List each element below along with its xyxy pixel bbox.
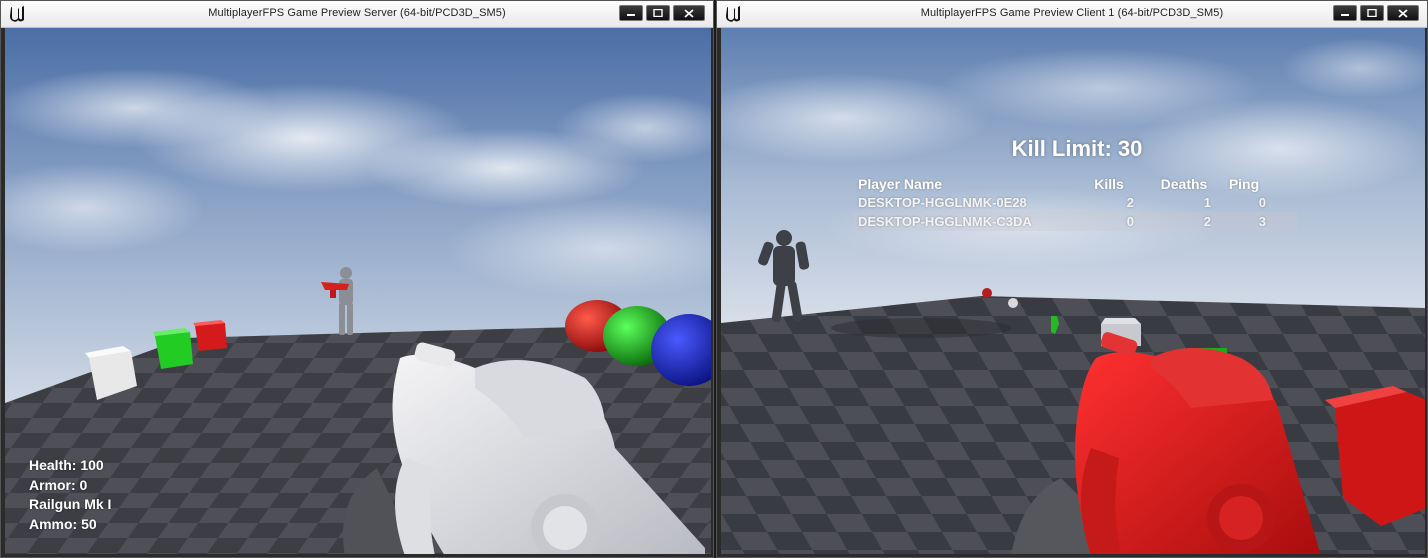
maximize-button[interactable] bbox=[1360, 5, 1384, 21]
minimize-button[interactable] bbox=[619, 5, 643, 21]
header-deaths: Deaths bbox=[1160, 176, 1208, 192]
ammo-text: Ammo: 50 bbox=[29, 515, 97, 532]
player-deaths: 1 bbox=[1203, 195, 1211, 210]
window-title: MultiplayerFPS Game Preview Server (64-b… bbox=[208, 7, 506, 19]
header-kills: Kills bbox=[1094, 176, 1124, 192]
maximize-icon bbox=[1367, 9, 1377, 17]
scoreboard-header-row: Player Name Kills Deaths Ping bbox=[854, 174, 1297, 193]
maximize-button[interactable] bbox=[646, 5, 670, 21]
scoreboard: Player Name Kills Deaths Ping DESKTOP-HG… bbox=[854, 174, 1297, 231]
client-scene bbox=[721, 28, 1425, 554]
weapon-name-text: Railgun Mk I bbox=[29, 496, 112, 512]
server-titlebar[interactable]: MultiplayerFPS Game Preview Server (64-b… bbox=[1, 1, 713, 28]
player-stats-hud: Health: 100 Armor: 0 Railgun Mk I Ammo: … bbox=[29, 456, 111, 534]
distant-red-pickup bbox=[982, 288, 992, 298]
minimize-icon bbox=[1341, 14, 1349, 16]
close-icon bbox=[684, 8, 694, 18]
maximize-icon bbox=[653, 9, 663, 17]
player-name: DESKTOP-HGGLNMK-0E28 bbox=[858, 195, 1027, 210]
client-window: MultiplayerFPS Game Preview Client 1 (64… bbox=[716, 0, 1428, 558]
kill-limit-text: Kill Limit: 30 bbox=[1011, 136, 1143, 161]
player-kills: 0 bbox=[1126, 214, 1134, 229]
player-deaths: 2 bbox=[1203, 214, 1211, 229]
scoreboard-row-local-player: DESKTOP-HGGLNMK-C3DA 0 2 3 bbox=[854, 212, 1297, 231]
scoreboard-row: DESKTOP-HGGLNMK-0E28 2 1 0 bbox=[854, 193, 1297, 212]
player-ping: 3 bbox=[1258, 214, 1266, 229]
window-title: MultiplayerFPS Game Preview Client 1 (64… bbox=[920, 7, 1224, 19]
close-icon bbox=[1398, 8, 1408, 18]
player-name: DESKTOP-HGGLNMK-C3DA bbox=[858, 214, 1032, 229]
client-game-viewport[interactable]: Kill Limit: 30 Player Name Kills Deaths … bbox=[721, 28, 1425, 554]
minimize-icon bbox=[627, 14, 635, 16]
close-button[interactable] bbox=[1387, 5, 1419, 21]
server-game-viewport[interactable]: Health: 100 Armor: 0 Railgun Mk I Ammo: … bbox=[5, 28, 711, 554]
client-titlebar[interactable]: MultiplayerFPS Game Preview Client 1 (64… bbox=[717, 1, 1427, 28]
player-ping: 0 bbox=[1258, 195, 1266, 210]
server-window: MultiplayerFPS Game Preview Server (64-b… bbox=[0, 0, 714, 558]
armor-text: Armor: 0 bbox=[29, 476, 88, 493]
health-text: Health: 100 bbox=[29, 457, 104, 473]
header-ping: Ping bbox=[1228, 176, 1260, 192]
header-player-name: Player Name bbox=[858, 176, 943, 192]
close-button[interactable] bbox=[673, 5, 705, 21]
distant-white-pickup bbox=[1008, 298, 1018, 308]
player-kills: 2 bbox=[1126, 195, 1134, 210]
minimize-button[interactable] bbox=[1333, 5, 1357, 21]
